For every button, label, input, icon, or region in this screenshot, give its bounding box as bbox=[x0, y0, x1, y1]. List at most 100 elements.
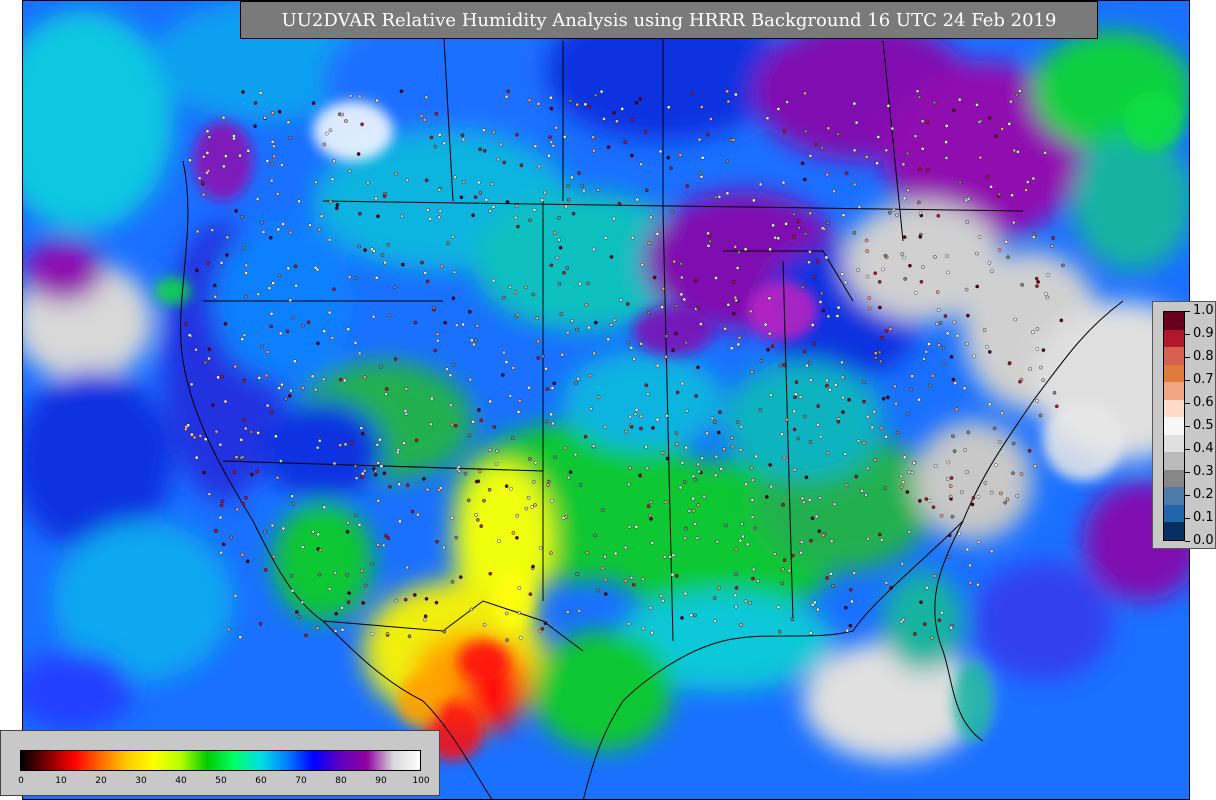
observation-station-dot bbox=[939, 513, 944, 518]
observation-station-dot bbox=[407, 634, 412, 639]
observation-station-dot bbox=[470, 338, 474, 343]
observation-colorbar-tickmark bbox=[1185, 311, 1190, 312]
observation-station-dot bbox=[758, 408, 763, 412]
observation-station-dot bbox=[979, 119, 983, 123]
observation-station-dot bbox=[976, 540, 981, 545]
observation-station-dot bbox=[280, 163, 284, 167]
observation-station-dot bbox=[698, 171, 703, 176]
observation-station-dot bbox=[431, 305, 436, 310]
observation-station-dot bbox=[244, 294, 248, 299]
observation-station-dot bbox=[394, 171, 398, 176]
observation-station-dot bbox=[347, 275, 352, 279]
observation-station-dot bbox=[944, 140, 948, 144]
observation-station-dot bbox=[453, 175, 457, 180]
observation-station-dot bbox=[398, 519, 402, 524]
observation-station-dot bbox=[633, 412, 638, 417]
observation-station-dot bbox=[559, 312, 564, 317]
observation-station-dot bbox=[454, 535, 459, 540]
observation-station-dot bbox=[807, 360, 812, 365]
observation-station-dot bbox=[624, 429, 628, 434]
observation-station-dot bbox=[945, 477, 950, 481]
observation-station-dot bbox=[216, 375, 220, 380]
observation-station-dot bbox=[744, 482, 748, 487]
observation-station-dot bbox=[632, 357, 636, 361]
observation-station-dot bbox=[239, 214, 244, 219]
observation-station-dot bbox=[890, 126, 895, 131]
observation-station-dot bbox=[504, 94, 509, 99]
observation-station-dot bbox=[286, 266, 291, 271]
observation-station-dot bbox=[825, 172, 829, 177]
observation-station-dot bbox=[263, 116, 267, 120]
observation-station-dot bbox=[976, 582, 980, 587]
observation-station-dot bbox=[791, 553, 795, 558]
observation-station-dot bbox=[587, 104, 592, 109]
observation-station-dot bbox=[739, 623, 743, 627]
observation-station-dot bbox=[840, 360, 844, 365]
observation-station-dot bbox=[865, 155, 869, 159]
observation-station-dot bbox=[566, 184, 570, 188]
observation-station-dot bbox=[437, 187, 442, 192]
observation-station-dot bbox=[232, 134, 236, 138]
observation-station-dot bbox=[854, 474, 859, 479]
observation-station-dot bbox=[347, 591, 351, 595]
observation-station-dot bbox=[661, 599, 665, 603]
observation-station-dot bbox=[644, 445, 648, 449]
observation-station-dot bbox=[799, 540, 804, 544]
observation-station-dot bbox=[862, 399, 866, 404]
observation-station-dot bbox=[188, 158, 192, 162]
observation-colorbar-segment bbox=[1164, 312, 1184, 330]
observation-station-dot bbox=[549, 95, 553, 100]
observation-station-dot bbox=[729, 346, 734, 351]
observation-station-dot bbox=[733, 295, 738, 300]
observation-station-dot bbox=[202, 470, 206, 475]
observation-station-dot bbox=[800, 496, 805, 501]
map-title-box: UU2DVAR Relative Humidity Analysis using… bbox=[240, 1, 1098, 39]
observation-station-dot bbox=[604, 592, 608, 596]
observation-station-dot bbox=[951, 377, 956, 382]
observation-station-dot bbox=[381, 543, 386, 548]
observation-station-dot bbox=[678, 153, 683, 157]
observation-station-dot bbox=[870, 425, 875, 430]
observation-station-dot bbox=[378, 364, 383, 369]
observation-station-dot bbox=[240, 552, 245, 557]
observation-station-dot bbox=[968, 581, 973, 585]
observation-station-dot bbox=[638, 97, 643, 101]
observation-station-dot bbox=[568, 470, 573, 474]
observation-station-dot bbox=[1007, 122, 1012, 126]
observation-station-dot bbox=[836, 132, 841, 136]
observation-station-dot bbox=[347, 169, 352, 173]
observation-station-dot bbox=[763, 322, 768, 327]
observation-station-dot bbox=[198, 434, 203, 438]
observation-station-dot bbox=[207, 347, 212, 352]
observation-station-dot bbox=[680, 616, 684, 620]
observation-station-dot bbox=[324, 131, 329, 136]
rh-colorbar-tick: 10 bbox=[55, 776, 67, 786]
observation-station-dot bbox=[488, 209, 492, 213]
observation-station-dot bbox=[892, 207, 896, 212]
observation-station-dot bbox=[927, 498, 932, 503]
observation-station-dot bbox=[487, 487, 492, 492]
observation-station-dot bbox=[234, 455, 239, 459]
observation-station-dot bbox=[944, 124, 949, 128]
observation-colorbar-segment bbox=[1164, 329, 1184, 348]
observation-station-dot bbox=[932, 574, 937, 578]
observation-station-dot bbox=[545, 387, 550, 392]
observation-station-dot bbox=[709, 117, 713, 121]
observation-station-dot bbox=[812, 274, 817, 279]
observation-station-dot bbox=[316, 532, 321, 537]
observation-colorbar-tickmark bbox=[1185, 449, 1190, 450]
observation-station-dot bbox=[280, 382, 284, 387]
observation-station-dot bbox=[767, 331, 772, 336]
observation-station-dot bbox=[513, 215, 518, 220]
observation-station-dot bbox=[816, 259, 820, 264]
observation-station-dot bbox=[203, 437, 208, 442]
observation-station-dot bbox=[745, 542, 750, 547]
observation-station-dot bbox=[666, 155, 671, 160]
observation-colorbar-tickmark bbox=[1185, 403, 1190, 404]
rh-colorbar-tick: 100 bbox=[412, 776, 430, 786]
observation-station-dot bbox=[1035, 398, 1039, 403]
observation-station-dot bbox=[867, 306, 872, 311]
observation-station-dot bbox=[345, 530, 350, 534]
observation-station-dot bbox=[378, 437, 382, 442]
rh-colorbar-tick: 30 bbox=[135, 776, 147, 786]
